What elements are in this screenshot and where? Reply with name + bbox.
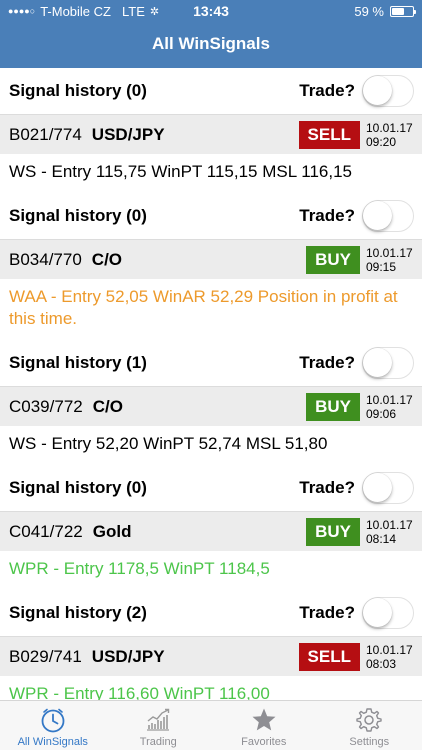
tab-label: Favorites — [241, 736, 287, 748]
signal-summary-row[interactable]: B021/774 USD/JPY SELL 10.01.17 09:20 — [0, 114, 422, 154]
buy-badge: BUY — [306, 517, 360, 546]
instrument-name: Gold — [92, 521, 132, 541]
trade-control: Trade? — [299, 200, 414, 232]
signal-item[interactable]: Signal history (0) Trade? B021/774 USD/J… — [0, 68, 422, 193]
trade-toggle[interactable] — [362, 472, 414, 504]
trade-label: Trade? — [299, 353, 355, 372]
signal-code: B034/770 — [9, 249, 82, 269]
tab-favorites[interactable]: Favorites — [211, 701, 317, 750]
signal-timestamp: 10.01.17 09:20 — [366, 121, 414, 149]
buy-badge: BUY — [306, 245, 360, 274]
clock-icon — [39, 706, 67, 736]
trading-chart-icon — [144, 706, 172, 736]
trade-control: Trade? — [299, 75, 414, 107]
gear-icon — [355, 706, 383, 736]
instrument-name: C/O — [91, 249, 123, 269]
signal-history-header[interactable]: Signal history (0) Trade? — [0, 193, 422, 239]
signal-item[interactable]: Signal history (2) Trade? B029/741 USD/J… — [0, 590, 422, 700]
signal-history-label: Signal history (0) — [9, 206, 147, 225]
signal-history-header[interactable]: Signal history (0) Trade? — [0, 465, 422, 511]
signal-history-label: Signal history (1) — [9, 353, 147, 372]
signal-item[interactable]: Signal history (0) Trade? B034/770 C/O B… — [0, 193, 422, 340]
signal-date: 10.01.17 — [366, 642, 413, 657]
trade-label: Trade? — [299, 478, 355, 497]
status-right: 59 % — [354, 3, 416, 19]
buy-badge: BUY — [306, 392, 360, 421]
instrument-name: USD/JPY — [91, 646, 165, 666]
star-icon — [250, 706, 278, 736]
instrument-name: USD/JPY — [91, 124, 165, 144]
status-bar: ●●●●○ T-Mobile CZ LTE ✲ 13:43 59 % — [0, 0, 422, 22]
signal-description: WPR - Entry 116,60 WinPT 116,00 — [9, 684, 270, 700]
trade-label: Trade? — [299, 603, 355, 622]
signal-strength-icon: ●●●●○ — [8, 6, 36, 16]
tab-bar: All WinSignals Trading Favorites Setting… — [0, 700, 422, 750]
tab-label: All WinSignals — [17, 736, 88, 748]
signal-time: 09:20 — [366, 134, 397, 149]
signal-code: C041/722 — [9, 521, 83, 541]
signal-summary-row[interactable]: B029/741 USD/JPY SELL 10.01.17 08:03 — [0, 636, 422, 676]
signal-history-label: Signal history (2) — [9, 603, 147, 622]
signal-summary-row[interactable]: C041/722 Gold BUY 10.01.17 08:14 — [0, 511, 422, 551]
signal-timestamp: 10.01.17 08:14 — [366, 518, 414, 546]
signal-description: WS - Entry 115,75 WinPT 115,15 MSL 116,1… — [9, 162, 353, 181]
battery-percent: 59 % — [354, 3, 384, 19]
trade-toggle[interactable] — [362, 200, 414, 232]
signal-date: 10.01.17 — [366, 120, 413, 135]
trade-label: Trade? — [299, 81, 355, 100]
signal-history-header[interactable]: Signal history (0) Trade? — [0, 68, 422, 114]
status-left: ●●●●○ T-Mobile CZ LTE ✲ — [8, 4, 159, 19]
app-header: ●●●●○ T-Mobile CZ LTE ✲ 13:43 59 % All W… — [0, 0, 422, 68]
signal-description: WPR - Entry 1178,5 WinPT 1184,5 — [9, 559, 270, 578]
battery-fill — [392, 7, 404, 15]
trade-label: Trade? — [299, 206, 355, 225]
trade-toggle[interactable] — [362, 347, 414, 379]
signal-list[interactable]: Signal history (0) Trade? B021/774 USD/J… — [0, 68, 422, 700]
tab-trading[interactable]: Trading — [106, 701, 212, 750]
sell-badge: SELL — [298, 642, 360, 671]
signal-history-header[interactable]: Signal history (2) Trade? — [0, 590, 422, 636]
signal-item[interactable]: Signal history (0) Trade? C041/722 Gold … — [0, 465, 422, 590]
signal-time: 09:15 — [366, 259, 397, 274]
tab-all-winsignals[interactable]: All WinSignals — [0, 701, 106, 750]
carrier-name: T-Mobile CZ — [40, 3, 111, 19]
signal-summary-row[interactable]: C039/772 C/O BUY 10.01.17 09:06 — [0, 386, 422, 426]
signal-timestamp: 10.01.17 09:15 — [366, 246, 414, 274]
tab-label: Settings — [349, 736, 390, 748]
trade-control: Trade? — [299, 347, 414, 379]
signal-description: WS - Entry 52,20 WinPT 52,74 MSL 51,80 — [9, 434, 328, 453]
trade-toggle[interactable] — [362, 75, 414, 107]
signal-code: C039/772 — [9, 396, 83, 416]
tab-settings[interactable]: Settings — [317, 701, 422, 750]
signal-time: 08:03 — [366, 656, 397, 671]
signal-description: WAA - Entry 52,05 WinAR 52,29 Position i… — [9, 287, 398, 328]
signal-date: 10.01.17 — [366, 245, 413, 260]
battery-icon — [390, 5, 416, 17]
signal-history-label: Signal history (0) — [9, 81, 147, 100]
trade-control: Trade? — [299, 597, 414, 629]
signal-date: 10.01.17 — [366, 392, 413, 407]
signal-timestamp: 10.01.17 09:06 — [366, 393, 414, 421]
signal-time: 08:14 — [366, 531, 397, 546]
signal-code: B029/741 — [9, 646, 82, 666]
signal-history-header[interactable]: Signal history (1) Trade? — [0, 340, 422, 386]
tab-label: Trading — [139, 736, 177, 748]
signal-time: 09:06 — [366, 406, 397, 421]
network-type: LTE — [121, 3, 145, 19]
signal-timestamp: 10.01.17 08:03 — [366, 643, 414, 671]
sell-badge: SELL — [298, 120, 360, 149]
activity-icon: ✲ — [149, 5, 160, 18]
signal-item[interactable]: Signal history (1) Trade? C039/772 C/O B… — [0, 340, 422, 465]
signal-code: B021/774 — [9, 124, 82, 144]
signal-history-label: Signal history (0) — [9, 478, 147, 497]
page-title: All WinSignals — [152, 34, 270, 53]
trade-control: Trade? — [299, 472, 414, 504]
trade-toggle[interactable] — [362, 597, 414, 629]
instrument-name: C/O — [92, 396, 123, 416]
signal-summary-row[interactable]: B034/770 C/O BUY 10.01.17 09:15 — [0, 239, 422, 279]
signal-date: 10.01.17 — [366, 517, 413, 532]
